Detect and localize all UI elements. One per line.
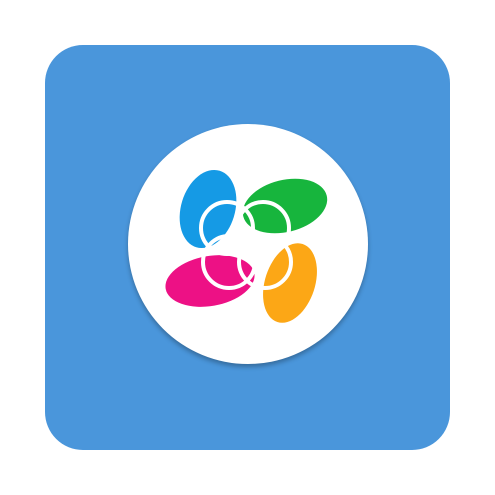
ezviz-logo-icon bbox=[165, 169, 328, 323]
